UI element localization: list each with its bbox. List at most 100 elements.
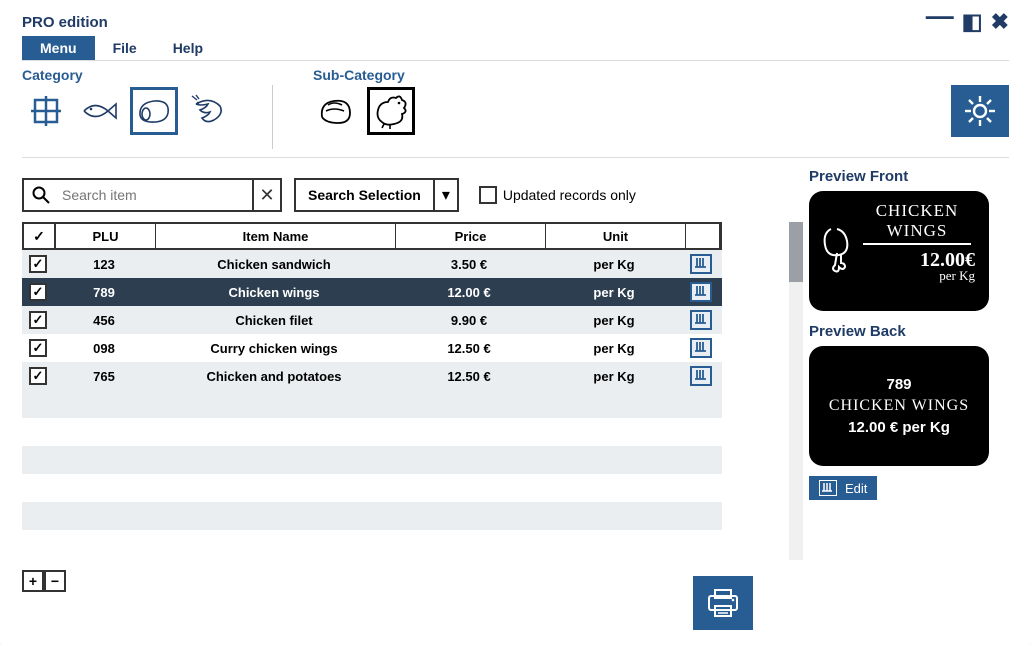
table-empty-row — [22, 446, 722, 474]
table-empty-row — [22, 502, 722, 530]
category-meat-icon[interactable] — [130, 87, 178, 135]
items-table-wrap: PLU Item Name Price Unit ✓123Chicken san… — [22, 222, 785, 558]
row-plu: 123 — [54, 257, 154, 272]
window-title: PRO edition — [22, 14, 108, 31]
header-price[interactable]: Price — [396, 224, 546, 248]
header-unit[interactable]: Unit — [546, 224, 686, 248]
category-label: Category — [22, 67, 232, 83]
back-plu: 789 — [886, 376, 911, 393]
row-checkbox[interactable]: ✓ — [22, 311, 54, 329]
table-row[interactable]: ✓789Chicken wings12.00 €per Kg — [22, 278, 722, 306]
back-name: CHICKEN WINGS — [829, 397, 969, 415]
updated-only-checkbox[interactable] — [479, 186, 497, 204]
row-price: 12.00 € — [394, 285, 544, 300]
print-button[interactable] — [693, 576, 753, 630]
row-checkbox[interactable]: ✓ — [22, 367, 54, 385]
table-row[interactable]: ✓098Curry chicken wings12.50 €per Kg — [22, 334, 722, 362]
table-row[interactable]: ✓456Chicken filet9.90 €per Kg — [22, 306, 722, 334]
row-unit: per Kg — [544, 369, 684, 384]
search-selection-label: Search Selection — [296, 187, 433, 203]
gear-icon — [963, 94, 997, 128]
subcat-sausage-icon[interactable] — [313, 87, 361, 135]
remove-row-button[interactable]: − — [44, 570, 66, 592]
window-controls: — ◧ ✖ — [926, 8, 1009, 36]
row-price: 12.50 € — [394, 341, 544, 356]
row-unit: per Kg — [544, 257, 684, 272]
subcategory-label: Sub-Category — [313, 67, 415, 83]
header-select-all[interactable] — [24, 224, 56, 248]
maximize-icon[interactable]: ◧ — [962, 11, 983, 33]
table-empty-row — [22, 418, 722, 446]
row-checkbox[interactable]: ✓ — [22, 283, 54, 301]
chevron-down-icon[interactable]: ▾ — [433, 180, 457, 210]
menu-file[interactable]: File — [95, 36, 155, 60]
updated-only-option[interactable]: Updated records only — [479, 186, 636, 204]
minimize-icon[interactable]: — — [926, 2, 954, 30]
table-empty-row — [22, 530, 722, 558]
row-tag-button[interactable] — [684, 366, 718, 386]
table-empty-row — [22, 390, 722, 418]
header-tag — [686, 224, 720, 248]
row-checkbox[interactable]: ✓ — [22, 255, 54, 273]
close-icon[interactable]: ✖ — [991, 11, 1009, 33]
row-unit: per Kg — [544, 341, 684, 356]
menu-menu[interactable]: Menu — [22, 36, 95, 60]
row-tag-button[interactable] — [684, 254, 718, 274]
preview-back-label: Preview Back — [809, 323, 1009, 340]
preview-front-card: CHICKEN WINGS 12.00€ per Kg — [809, 191, 989, 311]
back-priceunit: 12.00 € per Kg — [848, 419, 950, 436]
row-tag-button[interactable] — [684, 282, 718, 302]
row-tag-button[interactable] — [684, 338, 718, 358]
preview-front-label: Preview Front — [809, 168, 1009, 185]
toolbar-divider — [22, 157, 1009, 158]
category-shrimp-icon[interactable] — [184, 87, 232, 135]
category-group: Category — [22, 67, 232, 135]
table-header: PLU Item Name Price Unit — [22, 222, 722, 250]
printer-icon — [705, 586, 741, 620]
updated-only-label: Updated records only — [503, 187, 636, 203]
table-empty-row — [22, 474, 722, 502]
add-remove-group: + − — [22, 570, 785, 592]
row-price: 9.90 € — [394, 313, 544, 328]
row-name: Chicken wings — [154, 285, 394, 300]
row-name: Chicken sandwich — [154, 257, 394, 272]
app-window: PRO edition — ◧ ✖ Menu File Help Categor… — [0, 0, 1031, 645]
row-unit: per Kg — [544, 313, 684, 328]
row-tag-button[interactable] — [684, 310, 718, 330]
settings-button[interactable] — [951, 85, 1009, 137]
category-divider — [272, 85, 273, 149]
search-row: ✕ Search Selection ▾ Updated records onl… — [22, 178, 785, 212]
table-row[interactable]: ✓123Chicken sandwich3.50 €per Kg — [22, 250, 722, 278]
subcat-poultry-icon[interactable] — [367, 87, 415, 135]
category-fish-icon[interactable] — [76, 87, 124, 135]
search-input[interactable] — [58, 187, 252, 203]
front-line2: WINGS — [863, 221, 971, 245]
menubar: Menu File Help — [22, 36, 1009, 61]
drumstick-icon — [819, 219, 859, 273]
search-selection[interactable]: Search Selection ▾ — [294, 178, 459, 212]
subcategory-group: Sub-Category — [313, 67, 415, 135]
category-row: Category Sub-Category — [22, 67, 1009, 149]
search-clear-icon[interactable]: ✕ — [252, 180, 280, 210]
table-row[interactable]: ✓765Chicken and potatoes12.50 €per Kg — [22, 362, 722, 390]
row-price: 3.50 € — [394, 257, 544, 272]
row-name: Curry chicken wings — [154, 341, 394, 356]
row-checkbox[interactable]: ✓ — [22, 339, 54, 357]
header-plu[interactable]: PLU — [56, 224, 156, 248]
titlebar: PRO edition — ◧ ✖ — [22, 10, 1009, 34]
row-plu: 098 — [54, 341, 154, 356]
front-line1: CHICKEN — [853, 201, 981, 221]
scrollbar-thumb[interactable] — [789, 222, 803, 282]
edit-button[interactable]: Edit — [809, 476, 877, 500]
add-row-button[interactable]: + — [22, 570, 44, 592]
row-unit: per Kg — [544, 285, 684, 300]
menu-help[interactable]: Help — [155, 36, 221, 60]
preview-panel: Preview Front CHICKEN WINGS 12.00€ per K… — [809, 168, 1009, 630]
header-name[interactable]: Item Name — [156, 224, 396, 248]
row-plu: 456 — [54, 313, 154, 328]
row-plu: 789 — [54, 285, 154, 300]
preview-back-card: 789 CHICKEN WINGS 12.00 € per Kg — [809, 346, 989, 466]
category-all-icon[interactable] — [22, 87, 70, 135]
row-price: 12.50 € — [394, 369, 544, 384]
table-scrollbar[interactable] — [789, 222, 803, 560]
